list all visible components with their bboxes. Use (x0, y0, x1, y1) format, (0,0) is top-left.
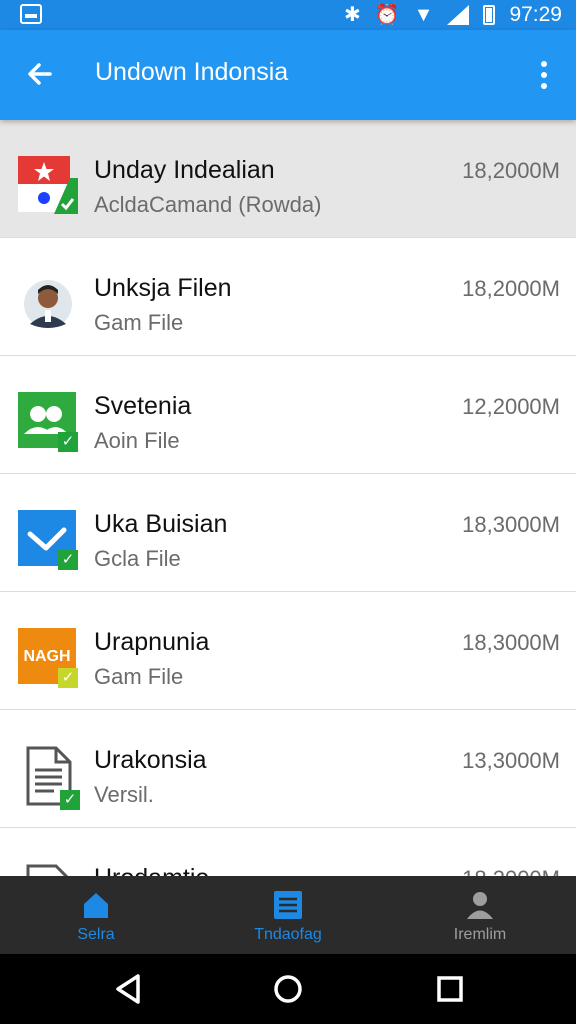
back-button[interactable] (20, 54, 60, 94)
check-badge-icon: ✓ (58, 432, 78, 452)
item-name: Unksja Filen (94, 274, 232, 302)
item-name: Urapnunia (94, 628, 210, 656)
list-item[interactable]: ✓ Uka Buisian Gcla File 18,3000M (0, 474, 576, 592)
item-size: 18,2000M (462, 866, 560, 876)
screen-icon (20, 4, 42, 24)
arrow-back-icon (28, 63, 52, 85)
avatar-photo (18, 274, 78, 334)
nav-item-tndaofag[interactable]: Tndaofag (192, 876, 384, 954)
contacts-icon: ✓ (18, 392, 78, 452)
nav-label: Selra (77, 926, 115, 943)
item-size: 13,3000M (462, 748, 560, 773)
status-time: 97:29 (509, 3, 562, 26)
nav-item-iremlim[interactable]: Iremlim (384, 876, 576, 954)
list-item[interactable]: ✓ Urakonsia Versil. 13,3000M (0, 710, 576, 828)
home-icon (84, 893, 108, 918)
item-name: Urodamtie (94, 864, 209, 876)
item-size: 18,2000M (462, 276, 560, 301)
app-bar: Undown Indonsia (0, 30, 576, 120)
item-size: 12,2000M (462, 394, 560, 419)
alarm-icon: ⏰ (374, 4, 400, 26)
document-icon (18, 864, 78, 876)
item-subtitle: AcldaCamand (Rowda) (94, 192, 322, 217)
list-item[interactable]: NAGH ✓ Urapnunia Gam File 18,3000M (0, 592, 576, 710)
item-name: Svetenia (94, 392, 192, 420)
nav-label: Iremlim (453, 926, 507, 943)
person-icon (467, 892, 493, 919)
more-vert-icon (541, 61, 547, 67)
list-item[interactable]: Urodamtie 18,2000M (0, 828, 576, 876)
item-size: 18,2000M (462, 158, 560, 183)
check-app-icon: ✓ (18, 510, 78, 570)
status-icons: ✱ ⏰ ▼ 97:29 (344, 0, 562, 30)
item-subtitle: Aoin File (94, 428, 180, 453)
document-icon: ✓ (18, 746, 80, 810)
status-bar: ✱ ⏰ ▼ 97:29 (0, 0, 576, 30)
more-options-button[interactable] (534, 58, 554, 92)
bottom-nav: Selra Tndaofag Iremlim (0, 876, 576, 954)
home-circle-icon[interactable] (271, 972, 305, 1006)
bluetooth-icon: ✱ (343, 4, 361, 26)
list-item[interactable]: Unday Indealian AcldaCamand (Rowda) 18,2… (0, 120, 576, 238)
item-size: 18,3000M (462, 630, 560, 655)
nagh-icon-text: NAGH (23, 648, 70, 665)
nagh-app-icon: NAGH ✓ (18, 628, 78, 688)
flag-icon (18, 156, 78, 216)
nav-label: Tndaofag (254, 926, 322, 943)
check-badge-icon: ✓ (58, 668, 78, 688)
item-name: Unday Indealian (94, 156, 275, 184)
check-badge-icon: ✓ (60, 790, 80, 810)
list-item[interactable]: ✓ Svetenia Aoin File 12,2000M (0, 356, 576, 474)
item-subtitle: Gcla File (94, 546, 181, 571)
list-item[interactable]: Unksja Filen Gam File 18,2000M (0, 238, 576, 356)
item-name: Urakonsia (94, 746, 207, 774)
system-nav-bar (0, 954, 576, 1024)
item-size: 18,3000M (462, 512, 560, 537)
item-subtitle: Versil. (94, 782, 154, 807)
list-icon (274, 891, 302, 919)
page-title: Undown Indonsia (95, 58, 289, 86)
item-subtitle: Gam File (94, 310, 184, 335)
battery-icon (483, 5, 496, 25)
nav-item-selra[interactable]: Selra (0, 876, 192, 954)
wifi-icon: ▼ (413, 4, 434, 26)
check-badge-icon: ✓ (58, 550, 78, 570)
item-subtitle: Gam File (94, 664, 184, 689)
back-triangle-icon[interactable] (112, 972, 146, 1006)
signal-icon (447, 5, 470, 25)
recents-square-icon[interactable] (433, 972, 467, 1006)
file-list: Unday Indealian AcldaCamand (Rowda) 18,2… (0, 120, 576, 876)
item-name: Uka Buisian (94, 510, 228, 538)
